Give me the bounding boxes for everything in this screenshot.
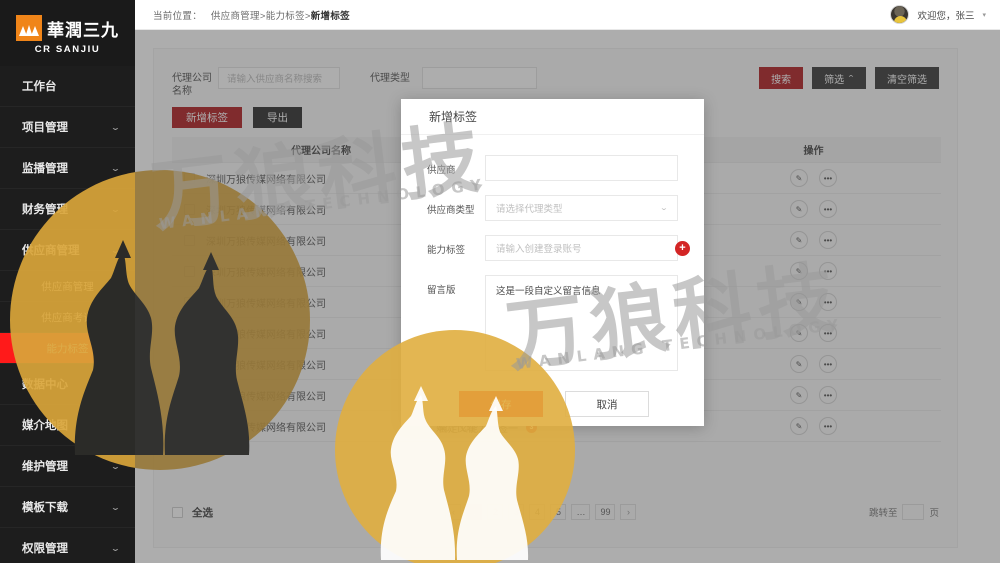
add-tag-modal: 新增标签 供应商 供应商类型 请选择代理类型 ⌄ 能力标签 请输入创建登录账号 … [401, 99, 704, 426]
breadcrumb-path[interactable]: 供应商管理>能力标签> [211, 11, 311, 22]
modal-message-textarea[interactable]: 这是一段自定义留言信息 [485, 275, 678, 371]
modal-supplier-field: 供应商 [427, 155, 678, 181]
modal-message-field: 留言版 这是一段自定义留言信息 [427, 275, 678, 371]
sidebar-item-label: 工作台 [22, 81, 57, 93]
sidebar-item-label: 项目管理 [22, 122, 68, 134]
breadcrumb-prefix: 当前位置： [153, 10, 203, 22]
sidebar-item-label: 监播管理 [22, 163, 68, 175]
brand-name-en: CR SANJIU [34, 44, 101, 55]
sidebar-item-finance[interactable]: 财务管理 ⌄ [0, 189, 135, 230]
sidebar: 華潤三九 CR SANJIU 工作台 项目管理 ⌄ 监播管理 ⌄ 财务管理 ⌄ … [0, 0, 135, 563]
sidebar-subitem-supplier-manage[interactable]: 供应商管理 [0, 271, 135, 302]
chevron-down-icon: ⌄ [110, 502, 121, 512]
sidebar-item-label: 维护管理 [22, 461, 68, 473]
add-tag-plus-icon[interactable]: + [675, 241, 690, 256]
modal-body: 供应商 供应商类型 请选择代理类型 ⌄ 能力标签 请输入创建登录账号 + 留言版… [401, 135, 704, 371]
brand-name-cn: 華潤三九 [47, 20, 119, 41]
sidebar-item-supplier[interactable]: 供应商管理 ⌄ [0, 230, 135, 271]
modal-supplier-type-label: 供应商类型 [427, 205, 475, 216]
modal-footer: 保存 取消 [401, 385, 704, 417]
user-greeting: 欢迎您，张三 [917, 10, 975, 22]
modal-supplier-type-field: 供应商类型 请选择代理类型 ⌄ [427, 195, 678, 221]
breadcrumb: 当前位置： 供应商管理>能力标签>新增标签 [153, 8, 350, 22]
avatar [890, 5, 910, 24]
user-menu[interactable]: 欢迎您，张三 ▾ [890, 5, 986, 24]
modal-title: 新增标签 [401, 99, 704, 135]
sidebar-subitem-capability-tags[interactable]: 能力标签 [0, 333, 135, 364]
sidebar-item-media-map[interactable]: 媒介地图 ⌄ [0, 405, 135, 446]
modal-capability-tag-field: 能力标签 请输入创建登录账号 + [427, 235, 690, 261]
chevron-down-icon: ⌄ [110, 543, 121, 553]
chevron-down-icon: ⌄ [110, 420, 121, 430]
sidebar-item-project[interactable]: 项目管理 ⌄ [0, 107, 135, 148]
sidebar-item-label: 财务管理 [22, 204, 68, 216]
sidebar-item-maintenance[interactable]: 维护管理 ⌄ [0, 446, 135, 487]
chevron-down-icon: ⌄ [110, 204, 121, 214]
sidebar-item-monitor[interactable]: 监播管理 ⌄ [0, 148, 135, 189]
topbar: 当前位置： 供应商管理>能力标签>新增标签 欢迎您，张三 ▾ [135, 0, 1000, 30]
modal-supplier-label: 供应商 [427, 165, 456, 176]
sidebar-subitem-supplier-review[interactable]: 供应商考评 [0, 302, 135, 333]
sidebar-item-label: 模板下载 [22, 502, 68, 514]
chevron-down-icon: ⌄ [110, 379, 121, 389]
sidebar-menu: 工作台 项目管理 ⌄ 监播管理 ⌄ 财务管理 ⌄ 供应商管理 ⌄ 供应商管理 供… [0, 66, 135, 563]
sidebar-subitem-label: 供应商考评 [41, 311, 94, 324]
breadcrumb-current: 新增标签 [310, 10, 350, 22]
three-peaks-logo-icon [16, 15, 42, 41]
modal-capability-tag-input[interactable]: 请输入创建登录账号 [485, 235, 678, 261]
chevron-down-icon: ▾ [982, 11, 986, 19]
sidebar-subitem-label: 供应商管理 [41, 280, 94, 293]
modal-message-label: 留言版 [427, 285, 456, 296]
chevron-down-icon: ⌄ [110, 163, 121, 173]
sidebar-item-template-download[interactable]: 模板下载 ⌄ [0, 487, 135, 528]
save-button[interactable]: 保存 [459, 391, 543, 417]
sidebar-item-label: 媒介地图 [22, 420, 68, 432]
brand-logo: 華潤三九 CR SANJIU [0, 0, 135, 66]
modal-supplier-type-value: 请选择代理类型 [496, 204, 563, 215]
sidebar-item-data-center[interactable]: 数据中心 ⌄ [0, 364, 135, 405]
cancel-button[interactable]: 取消 [565, 391, 649, 417]
sidebar-item-permissions[interactable]: 权限管理 ⌄ [0, 528, 135, 563]
sidebar-subitem-label: 能力标签 [46, 342, 89, 355]
app-root: 華潤三九 CR SANJIU 工作台 项目管理 ⌄ 监播管理 ⌄ 财务管理 ⌄ … [0, 0, 1000, 563]
modal-supplier-input[interactable] [485, 155, 678, 181]
sidebar-item-workbench[interactable]: 工作台 [0, 66, 135, 107]
sidebar-item-label: 数据中心 [22, 379, 68, 391]
chevron-down-icon: ⌄ [110, 245, 121, 255]
chevron-down-icon: ⌄ [659, 205, 669, 212]
chevron-down-icon: ⌄ [110, 122, 121, 132]
sidebar-item-label: 供应商管理 [22, 245, 80, 257]
sidebar-item-label: 权限管理 [22, 543, 68, 555]
modal-capability-tag-label: 能力标签 [427, 245, 466, 256]
chevron-down-icon: ⌄ [110, 461, 121, 471]
modal-supplier-type-select[interactable]: 请选择代理类型 ⌄ [485, 195, 678, 221]
